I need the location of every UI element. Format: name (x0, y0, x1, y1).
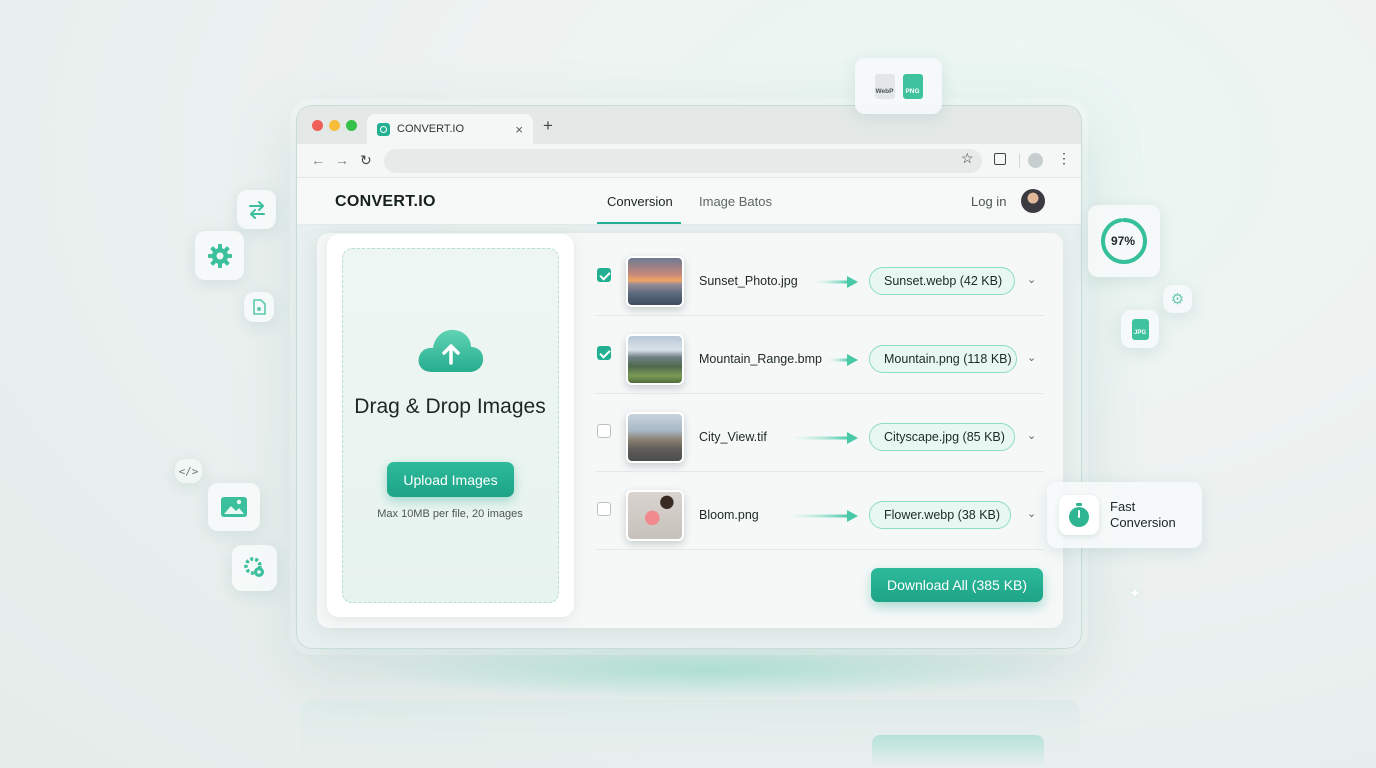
output-size: (118 KB) (963, 352, 1012, 366)
chevron-down-icon[interactable]: ⌄ (1027, 429, 1036, 442)
close-window-dot[interactable] (312, 120, 323, 131)
progress-percent: 97% (1111, 234, 1136, 248)
format-badges-card: WebP PNG (855, 58, 942, 114)
back-icon[interactable]: ← (311, 152, 325, 168)
browser-menu-icon[interactable]: ⋮ (1057, 150, 1071, 167)
output-pill[interactable]: Cityscape.jpg (85 KB) (869, 423, 1015, 451)
cloud-upload-icon (418, 329, 484, 372)
output-pill[interactable]: Flower.webp (38 KB) (869, 501, 1011, 529)
fast-conversion-card: Fast Conversion (1047, 482, 1202, 548)
user-avatar[interactable] (1021, 189, 1045, 213)
flower-thumbnail (626, 490, 684, 541)
output-name: Cityscape.jpg (884, 430, 960, 444)
address-bar-row: ← → ↻ ☆ ⋮ (297, 144, 1081, 178)
file-name: Mountain_Range.bmp (699, 352, 822, 366)
webp-file-icon: WebP (874, 73, 895, 99)
tab-title: CONVERT.IO (397, 123, 465, 135)
app-logo[interactable]: CONVERT.IO (335, 193, 436, 211)
upload-limit-text: Max 10MB per file, 20 images (377, 508, 523, 520)
png-file-icon: PNG (902, 73, 923, 99)
file-tile (244, 292, 274, 322)
gears-icon (243, 557, 264, 577)
profile-icon[interactable] (1028, 153, 1043, 168)
tab-image-batos[interactable]: Image Batos (699, 194, 772, 209)
output-size: (38 KB) (957, 508, 1001, 522)
forward-icon[interactable]: → (335, 152, 349, 168)
bookmark-star-icon[interactable]: ☆ (961, 150, 974, 167)
chevron-down-icon[interactable]: ⌄ (1027, 273, 1036, 286)
city-thumbnail (626, 412, 684, 463)
convert-arrow-icon (789, 432, 858, 444)
app-header: CONVERT.IO Conversion Image Batos Log in (297, 178, 1081, 225)
active-tab-indicator (597, 222, 681, 224)
document-icon (253, 299, 266, 315)
favicon-icon (377, 122, 390, 136)
tab-conversion[interactable]: Conversion (607, 194, 673, 209)
drop-zone[interactable] (342, 248, 559, 603)
file-checkbox[interactable] (597, 346, 611, 360)
tab-bar: CONVERT.IO × + (297, 106, 1081, 144)
swap-arrows-icon (248, 200, 265, 219)
file-name: Bloom.png (699, 508, 759, 522)
chevron-down-icon[interactable]: ⌄ (1027, 507, 1036, 520)
upload-images-button[interactable]: Upload Images (387, 462, 514, 497)
mountain-thumbnail (626, 334, 684, 385)
file-row: City_View.tif Cityscape.jpg (85 KB) ⌄ (595, 394, 1044, 472)
file-checkbox[interactable] (597, 424, 611, 438)
maximize-window-dot[interactable] (346, 120, 357, 131)
progress-tile: 97% (1088, 205, 1160, 277)
image-tile (208, 483, 260, 531)
small-gear-icon: ⚙ (1170, 291, 1185, 308)
url-input[interactable] (384, 149, 982, 173)
output-name: Sunset.webp (884, 274, 957, 288)
convert-arrow-icon (827, 354, 858, 366)
output-name: Mountain.png (884, 352, 960, 366)
file-row: Mountain_Range.bmp Mountain.png (118 KB)… (595, 316, 1044, 394)
code-icon: </> (178, 464, 199, 478)
floor-glow (360, 640, 1060, 700)
stopwatch-tile (1059, 495, 1099, 535)
drop-title: Drag & Drop Images (354, 395, 546, 418)
output-pill[interactable]: Mountain.png (118 KB) (869, 345, 1017, 373)
extensions-icon[interactable] (994, 153, 1006, 165)
minimize-window-dot[interactable] (329, 120, 340, 131)
file-name: Sunset_Photo.jpg (699, 274, 798, 288)
file-row: Bloom.png Flower.webp (38 KB) ⌄ (595, 472, 1044, 550)
browser-tab[interactable]: CONVERT.IO × (367, 114, 533, 144)
chevron-down-icon[interactable]: ⌄ (1027, 351, 1036, 364)
file-name: City_View.tif (699, 430, 767, 444)
convert-arrow-icon (813, 276, 858, 288)
row-divider (595, 549, 1044, 550)
button-reflection (872, 735, 1044, 768)
file-checkbox[interactable] (597, 502, 611, 516)
output-size: (85 KB) (962, 430, 1005, 444)
output-pill[interactable]: Sunset.webp (42 KB) (869, 267, 1015, 295)
image-icon (221, 497, 247, 517)
close-tab-icon[interactable]: × (515, 122, 523, 137)
fast-label-line1: Fast (1110, 499, 1136, 514)
sunset-thumbnail (626, 256, 684, 307)
small-gear-tile: ⚙ (1163, 285, 1192, 313)
output-size: (42 KB) (959, 274, 1003, 288)
download-all-button[interactable]: Download All (385 KB) (871, 568, 1043, 602)
toolbar-divider (1019, 154, 1020, 168)
reload-icon[interactable]: ↻ (360, 152, 372, 169)
fast-conversion-label: Fast Conversion (1110, 499, 1176, 531)
jpg-file-icon: JPG (1131, 318, 1149, 340)
stopwatch-icon (1069, 503, 1089, 527)
login-link[interactable]: Log in (971, 194, 1006, 209)
fast-label-line2: Conversion (1110, 515, 1176, 530)
jpg-tile: JPG (1121, 310, 1159, 348)
output-name: Flower.webp (884, 508, 955, 522)
convert-arrow-icon (785, 510, 858, 522)
sparkle-icon: ✦ (1129, 585, 1141, 601)
code-tile: </> (175, 459, 202, 483)
new-tab-icon[interactable]: + (543, 116, 553, 136)
gears-tile (232, 545, 277, 591)
file-row: Sunset_Photo.jpg Sunset.webp (42 KB) ⌄ (595, 238, 1044, 316)
settings-tile (195, 231, 244, 280)
file-checkbox[interactable] (597, 268, 611, 282)
gear-icon (207, 243, 232, 268)
swap-tile (237, 190, 276, 229)
